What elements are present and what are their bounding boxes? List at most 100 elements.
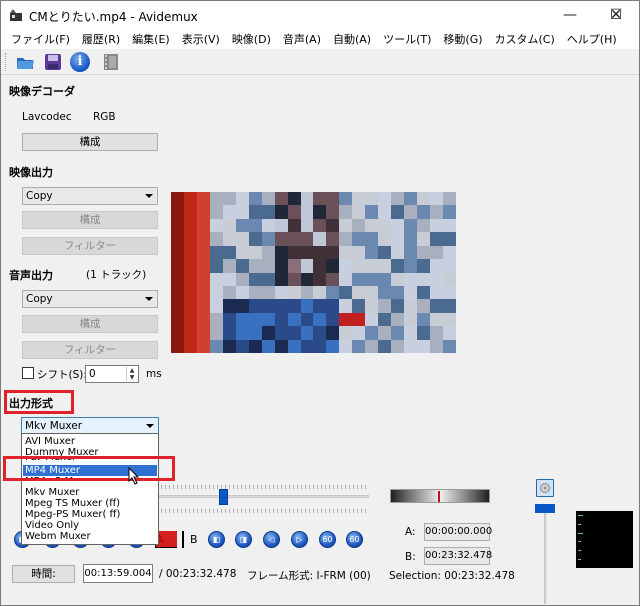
video-pixel xyxy=(183,312,197,327)
video-pixel xyxy=(326,205,340,219)
video-pixel xyxy=(404,312,418,327)
video-pixel xyxy=(313,259,327,273)
video-preview xyxy=(171,192,456,353)
time-button[interactable]: 時間: xyxy=(12,565,75,583)
video-pixel xyxy=(443,218,456,233)
film-icon[interactable] xyxy=(101,52,121,72)
video-pixel xyxy=(417,326,431,340)
menu-help[interactable]: ヘルプ(H) xyxy=(561,31,623,47)
video-pixel xyxy=(313,299,327,313)
volume-slider[interactable] xyxy=(544,506,547,604)
minimize-button[interactable]: — xyxy=(547,1,593,29)
video-pixel xyxy=(430,245,444,260)
video-pixel xyxy=(261,285,275,300)
video-pixel xyxy=(196,339,210,353)
video-pixel xyxy=(339,299,353,313)
menu-auto[interactable]: 自動(A) xyxy=(327,31,377,47)
menu-audio[interactable]: 音声(A) xyxy=(277,31,327,47)
video-pixel xyxy=(261,312,275,327)
video-pixel xyxy=(235,339,249,353)
menu-file[interactable]: ファイル(F) xyxy=(5,31,76,47)
dropdown-option[interactable]: Mkv Muxer xyxy=(23,487,157,498)
menu-go[interactable]: 移動(G) xyxy=(437,31,488,47)
audio-codec-select[interactable]: Copy xyxy=(22,290,158,308)
timeline-slider[interactable] xyxy=(159,495,369,498)
chevron-down-icon xyxy=(145,297,153,301)
menu-history[interactable]: 履歴(R) xyxy=(76,31,126,47)
video-pixel xyxy=(287,312,301,327)
close-button[interactable]: ✕ xyxy=(593,1,639,29)
video-pixel xyxy=(171,299,184,313)
video-pixel xyxy=(391,218,405,233)
video-pixel xyxy=(171,326,184,340)
video-pixel xyxy=(300,312,314,327)
menu-custom[interactable]: カスタム(C) xyxy=(489,31,561,47)
shift-spinbox[interactable]: 0 ▲ ▼ xyxy=(85,365,139,383)
info-icon[interactable]: i xyxy=(70,52,90,72)
open-folder-icon[interactable] xyxy=(15,52,35,72)
video-pixel xyxy=(443,259,456,273)
decoder-configure-button[interactable]: 構成 xyxy=(22,133,158,151)
video-pixel xyxy=(404,259,418,273)
audio-meter xyxy=(576,511,633,568)
volume-thumb[interactable] xyxy=(535,504,555,513)
save-disk-icon[interactable] xyxy=(43,52,63,72)
goto-marker-a-icon[interactable]: ◧ xyxy=(208,531,225,548)
menu-tools[interactable]: ツール(T) xyxy=(377,31,437,47)
dropdown-option[interactable]: Mpeg-PS Muxer( ff) xyxy=(23,509,157,520)
video-pixel xyxy=(352,245,366,260)
shift-unit: ms xyxy=(146,368,162,380)
audio-filters-button[interactable]: フィルター xyxy=(22,341,158,359)
video-pixel xyxy=(404,245,418,260)
dropdown-option[interactable]: AVI Muxer xyxy=(23,436,157,447)
audio-codec-value: Copy xyxy=(26,293,53,305)
video-pixel xyxy=(313,245,327,260)
dropdown-option[interactable]: Webm Muxer xyxy=(23,531,157,542)
video-pixel xyxy=(313,192,327,206)
dropdown-option[interactable]: Mpeg TS Muxer (ff) xyxy=(23,498,157,509)
minimize-icon: — xyxy=(563,7,577,23)
video-pixel xyxy=(183,326,197,340)
video-pixel xyxy=(274,299,288,313)
set-marker-b-icon[interactable]: B xyxy=(182,531,204,548)
video-codec-select[interactable]: Copy xyxy=(22,187,158,205)
speaker-icon[interactable] xyxy=(536,479,554,497)
dropdown-option[interactable]: Video Only xyxy=(23,520,157,531)
menu-edit[interactable]: 編集(E) xyxy=(126,31,176,47)
video-pixel xyxy=(261,218,275,233)
menu-view[interactable]: 表示(V) xyxy=(176,31,226,47)
current-time-field[interactable]: 00:13:59.004 xyxy=(83,564,153,583)
video-configure-button[interactable]: 構成 xyxy=(22,211,158,229)
video-pixel xyxy=(339,205,353,219)
video-pixel xyxy=(209,218,223,233)
back-60s-icon[interactable]: 60 xyxy=(319,531,336,548)
jog-shuttle[interactable] xyxy=(390,489,490,503)
shift-label: シフト(S): xyxy=(37,369,87,381)
video-pixel xyxy=(417,339,431,353)
video-pixel xyxy=(339,285,353,300)
video-pixel xyxy=(352,285,366,300)
video-filters-button[interactable]: フィルター xyxy=(22,237,158,255)
video-pixel xyxy=(300,285,314,300)
forward-60s-icon[interactable]: 60 xyxy=(346,531,363,548)
shift-checkbox[interactable] xyxy=(22,367,34,379)
audio-track-count: (1 トラック) xyxy=(86,269,147,281)
video-pixel xyxy=(430,339,444,353)
video-pixel xyxy=(443,285,456,300)
video-pixel xyxy=(196,205,210,219)
video-pixel xyxy=(430,326,444,340)
video-pixel xyxy=(391,259,405,273)
audio-configure-button[interactable]: 構成 xyxy=(22,315,158,333)
video-pixel xyxy=(443,312,456,327)
video-pixel xyxy=(430,259,444,273)
video-pixel xyxy=(171,285,184,300)
spin-arrows-icon[interactable]: ▲ ▼ xyxy=(126,367,137,381)
video-pixel xyxy=(430,285,444,300)
timeline-thumb[interactable] xyxy=(219,489,228,505)
video-pixel xyxy=(248,312,262,327)
toolbar-grip[interactable] xyxy=(5,53,7,71)
goto-marker-b-icon[interactable]: ◨ xyxy=(235,531,252,548)
next-black-frame-icon[interactable]: ▷ xyxy=(291,531,308,548)
menu-video[interactable]: 映像(D) xyxy=(226,31,277,47)
prev-black-frame-icon[interactable]: ◁ xyxy=(263,531,280,548)
